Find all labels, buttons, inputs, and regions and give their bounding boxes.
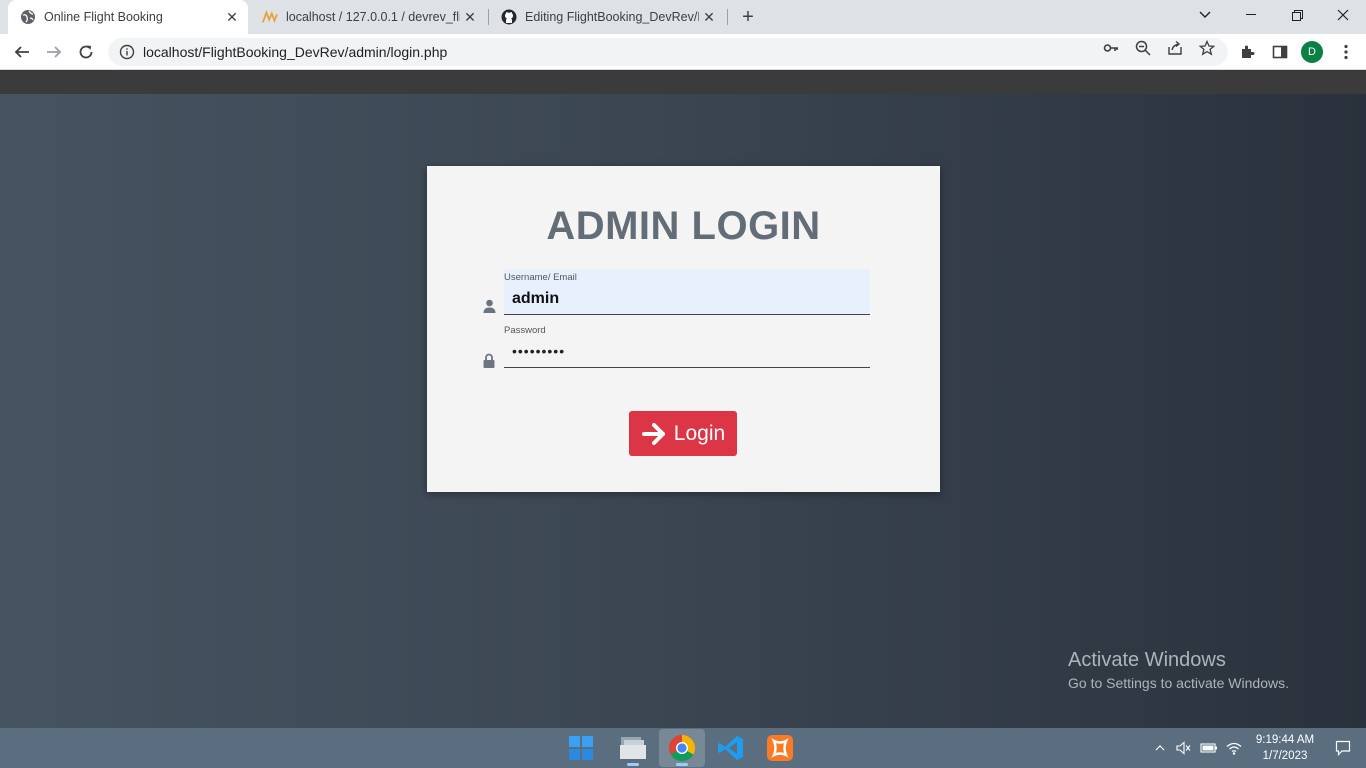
forward-arrow-icon[interactable]: [40, 38, 68, 66]
notification-icon[interactable]: [1334, 740, 1352, 756]
restore-icon[interactable]: [1274, 0, 1320, 30]
tab-title: localhost / 127.0.0.1 / devrev_flig: [286, 10, 460, 24]
username-label: Username/ Email: [504, 272, 577, 283]
file-explorer-icon[interactable]: [610, 729, 656, 767]
clock-time: 9:19:44 AM: [1255, 734, 1315, 746]
login-button[interactable]: Login: [629, 411, 737, 456]
close-window-icon[interactable]: [1320, 0, 1366, 30]
password-value: •••••••••: [512, 343, 566, 359]
tab-separator: [727, 9, 728, 25]
minimize-icon[interactable]: [1228, 0, 1274, 30]
phpmyadmin-icon: [262, 9, 278, 25]
key-icon[interactable]: [1103, 40, 1119, 56]
running-indicator: [627, 763, 639, 766]
extensions-puzzle-icon[interactable]: [1238, 42, 1258, 62]
side-panel-icon[interactable]: [1270, 42, 1290, 62]
user-icon: [481, 298, 497, 314]
windows-taskbar: 9:19:44 AM 1/7/2023: [0, 728, 1366, 768]
back-arrow-icon[interactable]: [8, 38, 36, 66]
share-icon[interactable]: [1167, 40, 1183, 56]
password-label: Password: [504, 325, 546, 336]
login-card: ADMIN LOGIN Username/ Email admin Passwo…: [427, 166, 940, 492]
battery-icon[interactable]: [1200, 740, 1218, 756]
watermark-subtitle: Go to Settings to activate Windows.: [1068, 675, 1289, 691]
page-background: ADMIN LOGIN Username/ Email admin Passwo…: [0, 71, 1366, 728]
zoom-out-icon[interactable]: [1135, 40, 1151, 56]
close-tab-icon[interactable]: ✕: [222, 7, 242, 27]
username-field[interactable]: Username/ Email admin: [504, 269, 870, 315]
new-tab-plus-icon[interactable]: +: [736, 5, 760, 29]
tab-github[interactable]: Editing FlightBooking_DevRev/RE ✕: [489, 0, 725, 34]
watermark-title: Activate Windows: [1068, 649, 1226, 671]
tab-phpmyadmin[interactable]: localhost / 127.0.0.1 / devrev_flig ✕: [250, 0, 486, 34]
password-field[interactable]: Password •••••••••: [504, 322, 870, 368]
login-button-label: Login: [673, 421, 726, 445]
tab-title: Online Flight Booking: [44, 10, 163, 24]
arrow-right-icon: [641, 420, 669, 448]
activate-windows-watermark: Activate Windows Go to Settings to activ…: [1068, 649, 1289, 691]
username-value: admin: [512, 290, 560, 307]
browser-tab-strip: Online Flight Booking ✕ localhost / 127.…: [0, 0, 1366, 34]
page-top-bar: [0, 71, 1366, 94]
tab-title: Editing FlightBooking_DevRev/RE: [525, 10, 699, 24]
login-title: ADMIN LOGIN: [546, 204, 821, 248]
tab-search-chevron-icon[interactable]: [1182, 0, 1228, 30]
xampp-icon[interactable]: [757, 729, 803, 767]
running-indicator: [676, 763, 688, 766]
tray-overflow-chevron-icon[interactable]: [1151, 740, 1169, 756]
close-tab-icon[interactable]: ✕: [699, 7, 719, 27]
site-info-icon[interactable]: [119, 44, 135, 60]
lock-icon: [481, 352, 497, 368]
browser-menu-icon[interactable]: [1336, 42, 1356, 62]
taskbar-clock[interactable]: 9:19:44 AM 1/7/2023: [1248, 732, 1322, 764]
globe-icon: [20, 9, 36, 25]
reload-icon[interactable]: [72, 38, 100, 66]
address-bar[interactable]: localhost/FlightBooking_DevRev/admin/log…: [108, 38, 1228, 66]
github-icon: [501, 9, 517, 25]
url-text: localhost/FlightBooking_DevRev/admin/log…: [143, 44, 448, 60]
clock-date: 1/7/2023: [1262, 750, 1308, 762]
browser-toolbar: localhost/FlightBooking_DevRev/admin/log…: [0, 34, 1366, 70]
volume-muted-icon[interactable]: [1175, 740, 1193, 756]
wifi-icon[interactable]: [1225, 740, 1243, 756]
bookmark-star-icon[interactable]: [1199, 40, 1215, 56]
close-tab-icon[interactable]: ✕: [460, 7, 480, 27]
profile-avatar[interactable]: D: [1301, 41, 1323, 63]
windows-start-icon[interactable]: [558, 729, 604, 767]
chrome-icon[interactable]: [659, 729, 705, 767]
tab-online-flight-booking[interactable]: Online Flight Booking ✕: [8, 0, 248, 34]
vscode-icon[interactable]: [708, 729, 754, 767]
